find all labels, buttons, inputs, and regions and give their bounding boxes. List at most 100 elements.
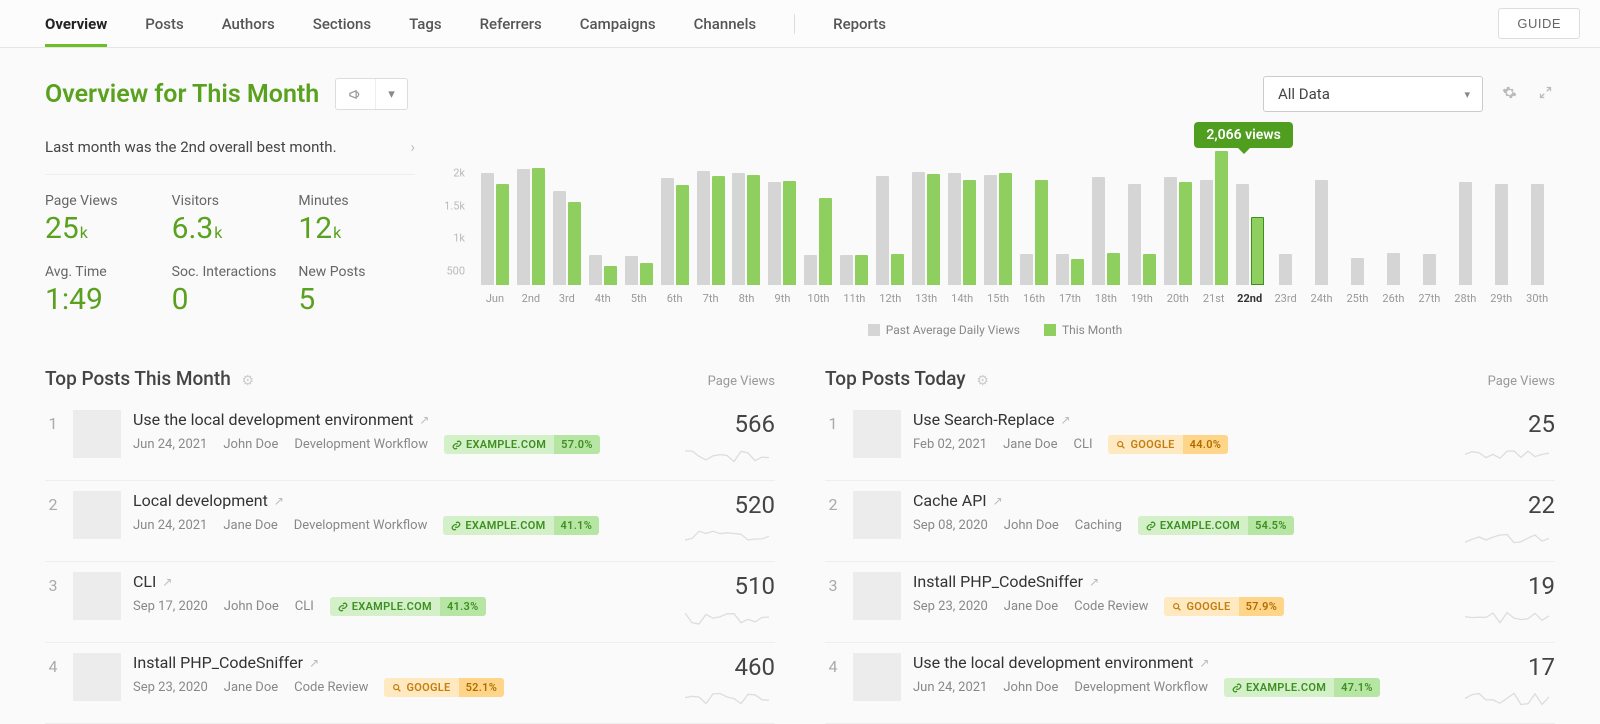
referrer-badge[interactable]: EXAMPLE.COM47.1% [1224,678,1380,697]
bar-group[interactable] [944,173,980,285]
external-link-icon[interactable]: ↗ [162,575,172,589]
bar-group[interactable] [908,172,944,285]
post-author[interactable]: John Doe [224,599,279,614]
post-section[interactable]: Development Workflow [1074,680,1208,695]
referrer-badge[interactable]: GOOGLE57.9% [1164,597,1284,616]
post-author[interactable]: Jane Doe [223,518,277,533]
bar-group[interactable] [980,173,1016,285]
bar-group[interactable] [764,181,800,285]
tab-authors[interactable]: Authors [222,0,275,47]
post-title[interactable]: Install PHP_CodeSniffer ↗ [913,572,1433,591]
bar-group[interactable] [1268,254,1304,285]
bar-group[interactable] [1447,182,1483,285]
post-title[interactable]: CLI ↗ [133,572,653,591]
external-link-icon[interactable]: ↗ [274,494,284,508]
post-title[interactable]: Install PHP_CodeSniffer ↗ [133,653,653,672]
bar-group[interactable] [1483,184,1519,285]
bar-group[interactable] [585,255,621,285]
bar-group[interactable] [1160,177,1196,285]
referrer-badge[interactable]: GOOGLE44.0% [1108,435,1228,454]
table-row[interactable]: 4Use the local development environment ↗… [825,643,1555,724]
external-link-icon[interactable]: ↗ [309,656,319,670]
bar-group[interactable] [1519,184,1555,285]
post-section[interactable]: Development Workflow [294,518,428,533]
bar-group[interactable] [693,171,729,285]
post-author[interactable]: Jane Doe [1003,437,1057,452]
tab-channels[interactable]: Channels [694,0,757,47]
bar-group[interactable] [1196,151,1232,285]
bar-group[interactable] [549,191,585,285]
tab-campaigns[interactable]: Campaigns [580,0,656,47]
tab-tags[interactable]: Tags [409,0,441,47]
gear-icon[interactable]: ⚙ [241,373,254,389]
post-section[interactable]: Code Review [1074,599,1148,614]
sparkline [685,444,775,470]
post-section[interactable]: CLI [295,599,314,614]
referrer-badge[interactable]: EXAMPLE.COM41.3% [330,597,486,616]
post-section[interactable]: Code Review [294,680,368,695]
bar-group[interactable] [1232,184,1268,285]
referrer-badge[interactable]: EXAMPLE.COM57.0% [444,435,600,454]
bar-group[interactable] [657,178,693,285]
tab-referrers[interactable]: Referrers [480,0,542,47]
insight-row[interactable]: Last month was the 2nd overall best mont… [45,130,415,175]
post-title[interactable]: Use the local development environment ↗ [913,653,1433,672]
external-link-icon[interactable]: ↗ [419,413,429,427]
bar-group[interactable] [477,173,513,285]
post-author[interactable]: John Doe [1004,518,1059,533]
table-row[interactable]: 1Use the local development environment ↗… [45,400,775,481]
bar-group[interactable] [729,173,765,285]
external-link-icon[interactable]: ↗ [1060,413,1070,427]
referrer-badge[interactable]: GOOGLE52.1% [384,678,504,697]
gear-icon[interactable]: ⚙ [976,373,989,389]
x-tick: 7th [693,286,729,305]
post-author[interactable]: John Doe [223,437,278,452]
bar-group[interactable] [872,176,908,285]
bar-group[interactable] [513,168,549,285]
tab-posts[interactable]: Posts [145,0,183,47]
table-row[interactable]: 2Cache API ↗Sep 08, 2020John DoeCaching … [825,481,1555,562]
external-link-icon[interactable]: ↗ [993,494,1003,508]
expand-icon[interactable] [1535,85,1555,104]
post-author[interactable]: Jane Doe [1004,599,1058,614]
post-title[interactable]: Local development ↗ [133,491,653,510]
data-filter-select[interactable]: All Data [1263,76,1483,112]
table-row[interactable]: 2Local development ↗Jun 24, 2021Jane Doe… [45,481,775,562]
settings-icon[interactable] [1499,85,1519,104]
bar-group[interactable] [1411,254,1447,285]
tab-overview[interactable]: Overview [45,0,107,47]
tab-reports[interactable]: Reports [833,0,886,47]
bar-group[interactable] [1339,258,1375,285]
bar-group[interactable] [1375,253,1411,286]
bar-group[interactable] [1088,177,1124,285]
tab-sections[interactable]: Sections [313,0,371,47]
guide-button[interactable]: GUIDE [1498,8,1580,39]
bar-group[interactable] [1303,180,1339,285]
post-title[interactable]: Use the local development environment ↗ [133,410,653,429]
post-author[interactable]: Jane Doe [224,680,278,695]
table-row[interactable]: 3Install PHP_CodeSniffer ↗Sep 23, 2020Ja… [825,562,1555,643]
bar-group[interactable] [621,256,657,285]
referrer-badge[interactable]: EXAMPLE.COM54.5% [1138,516,1294,535]
table-row[interactable]: 1Use Search-Replace ↗Feb 02, 2021Jane Do… [825,400,1555,481]
external-link-icon[interactable]: ↗ [1089,575,1099,589]
announce-dropdown[interactable]: ▾ [335,78,408,110]
post-title[interactable]: Cache API ↗ [913,491,1433,510]
post-title[interactable]: Use Search-Replace ↗ [913,410,1433,429]
table-row[interactable]: 3CLI ↗Sep 17, 2020John DoeCLI EXAMPLE.CO… [45,562,775,643]
referrer-badge[interactable]: EXAMPLE.COM41.1% [443,516,599,535]
post-section[interactable]: Caching [1075,518,1122,533]
post-section[interactable]: Development Workflow [294,437,428,452]
bar-group[interactable] [1124,184,1160,285]
table-row[interactable]: 4Install PHP_CodeSniffer ↗Sep 23, 2020Ja… [45,643,775,724]
post-author[interactable]: John Doe [1003,680,1058,695]
bar-group[interactable] [800,198,836,285]
bar-current [1251,217,1264,285]
post-section[interactable]: CLI [1073,437,1092,452]
bar-group[interactable] [1016,180,1052,285]
external-link-icon[interactable]: ↗ [1199,656,1209,670]
metric-value: 25k [45,211,162,246]
bar-group[interactable] [836,255,872,285]
post-value: 25 [1465,410,1555,438]
bar-group[interactable] [1052,254,1088,285]
